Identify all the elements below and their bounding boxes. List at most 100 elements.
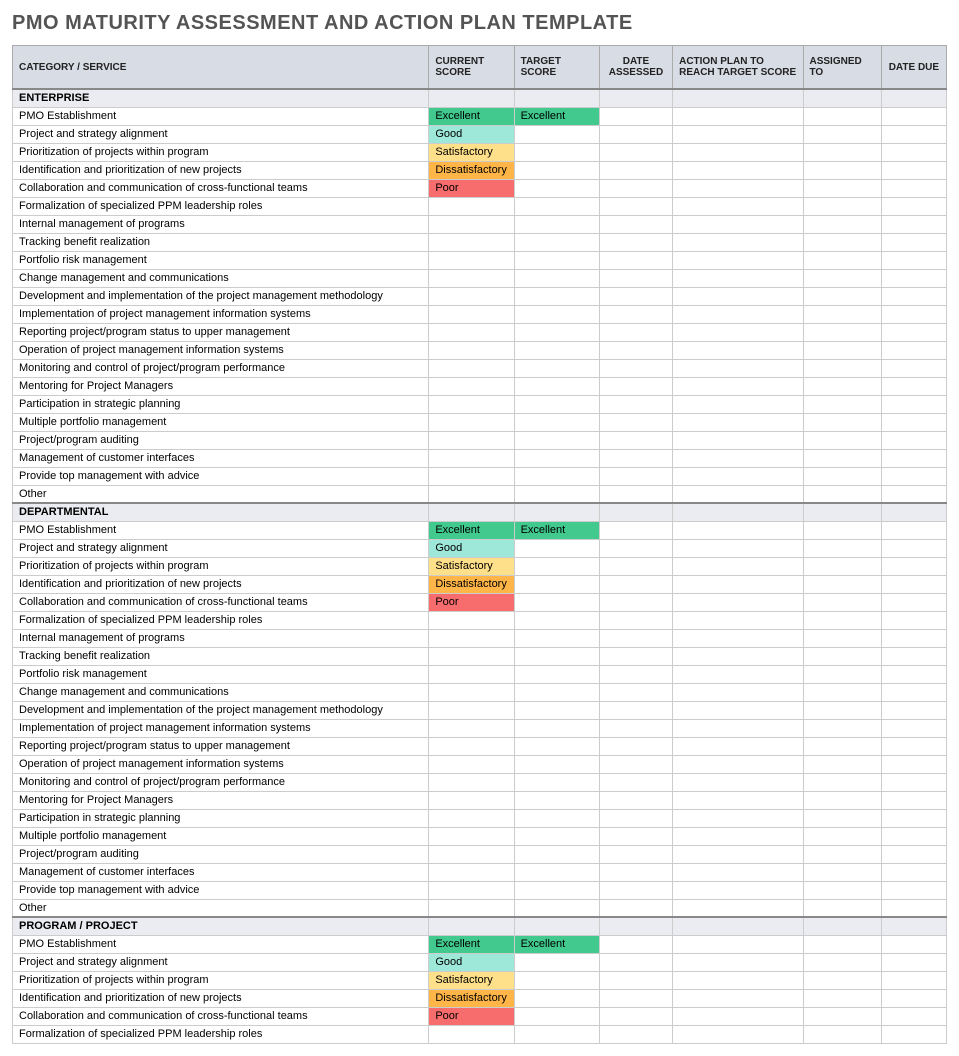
current-score-cell[interactable] <box>429 899 514 917</box>
date-assessed-cell[interactable] <box>599 197 672 215</box>
date-assessed-cell[interactable] <box>599 737 672 755</box>
target-score-cell[interactable] <box>514 305 599 323</box>
action-plan-cell[interactable] <box>673 557 803 575</box>
date-assessed-cell[interactable] <box>599 611 672 629</box>
action-plan-cell[interactable] <box>673 809 803 827</box>
date-assessed-cell[interactable] <box>599 881 672 899</box>
current-score-cell[interactable] <box>429 1025 514 1043</box>
action-plan-cell[interactable] <box>673 323 803 341</box>
date-assessed-cell[interactable] <box>599 467 672 485</box>
action-plan-cell[interactable] <box>673 683 803 701</box>
category-cell[interactable]: Project and strategy alignment <box>13 125 429 143</box>
category-cell[interactable]: Other <box>13 899 429 917</box>
assigned-to-cell[interactable] <box>803 269 881 287</box>
assigned-to-cell[interactable] <box>803 575 881 593</box>
target-score-cell[interactable] <box>514 413 599 431</box>
date-assessed-cell[interactable] <box>599 935 672 953</box>
action-plan-cell[interactable] <box>673 521 803 539</box>
assigned-to-cell[interactable] <box>803 161 881 179</box>
assigned-to-cell[interactable] <box>803 1025 881 1043</box>
assigned-to-cell[interactable] <box>803 899 881 917</box>
category-cell[interactable]: Change management and communications <box>13 269 429 287</box>
assigned-to-cell[interactable] <box>803 935 881 953</box>
category-cell[interactable]: Portfolio risk management <box>13 665 429 683</box>
current-score-cell[interactable]: Good <box>429 953 514 971</box>
current-score-cell[interactable] <box>429 287 514 305</box>
target-score-cell[interactable] <box>514 323 599 341</box>
assigned-to-cell[interactable] <box>803 845 881 863</box>
date-due-cell[interactable] <box>881 593 946 611</box>
current-score-cell[interactable] <box>429 665 514 683</box>
assigned-to-cell[interactable] <box>803 971 881 989</box>
action-plan-cell[interactable] <box>673 161 803 179</box>
category-cell[interactable]: Collaboration and communication of cross… <box>13 1007 429 1025</box>
category-cell[interactable]: Reporting project/program status to uppe… <box>13 323 429 341</box>
assigned-to-cell[interactable] <box>803 485 881 503</box>
action-plan-cell[interactable] <box>673 629 803 647</box>
target-score-cell[interactable] <box>514 683 599 701</box>
current-score-cell[interactable] <box>429 395 514 413</box>
current-score-cell[interactable] <box>429 863 514 881</box>
target-score-cell[interactable] <box>514 359 599 377</box>
action-plan-cell[interactable] <box>673 863 803 881</box>
current-score-cell[interactable]: Good <box>429 539 514 557</box>
category-cell[interactable]: Identification and prioritization of new… <box>13 989 429 1007</box>
target-score-cell[interactable] <box>514 665 599 683</box>
date-due-cell[interactable] <box>881 161 946 179</box>
assigned-to-cell[interactable] <box>803 467 881 485</box>
category-cell[interactable]: Development and implementation of the pr… <box>13 287 429 305</box>
assigned-to-cell[interactable] <box>803 125 881 143</box>
target-score-cell[interactable] <box>514 269 599 287</box>
date-due-cell[interactable] <box>881 485 946 503</box>
date-assessed-cell[interactable] <box>599 647 672 665</box>
date-assessed-cell[interactable] <box>599 719 672 737</box>
target-score-cell[interactable] <box>514 719 599 737</box>
action-plan-cell[interactable] <box>673 665 803 683</box>
action-plan-cell[interactable] <box>673 431 803 449</box>
date-assessed-cell[interactable] <box>599 557 672 575</box>
target-score-cell[interactable] <box>514 971 599 989</box>
date-assessed-cell[interactable] <box>599 161 672 179</box>
date-assessed-cell[interactable] <box>599 701 672 719</box>
date-assessed-cell[interactable] <box>599 377 672 395</box>
action-plan-cell[interactable] <box>673 449 803 467</box>
current-score-cell[interactable] <box>429 413 514 431</box>
action-plan-cell[interactable] <box>673 359 803 377</box>
date-due-cell[interactable] <box>881 359 946 377</box>
category-cell[interactable]: Reporting project/program status to uppe… <box>13 737 429 755</box>
category-cell[interactable]: Prioritization of projects within progra… <box>13 557 429 575</box>
date-assessed-cell[interactable] <box>599 863 672 881</box>
target-score-cell[interactable] <box>514 881 599 899</box>
current-score-cell[interactable] <box>429 773 514 791</box>
date-due-cell[interactable] <box>881 665 946 683</box>
target-score-cell[interactable] <box>514 341 599 359</box>
date-assessed-cell[interactable] <box>599 431 672 449</box>
date-due-cell[interactable] <box>881 413 946 431</box>
assigned-to-cell[interactable] <box>803 197 881 215</box>
target-score-cell[interactable] <box>514 467 599 485</box>
current-score-cell[interactable]: Satisfactory <box>429 971 514 989</box>
category-cell[interactable]: Tracking benefit realization <box>13 647 429 665</box>
date-assessed-cell[interactable] <box>599 485 672 503</box>
date-assessed-cell[interactable] <box>599 575 672 593</box>
action-plan-cell[interactable] <box>673 413 803 431</box>
action-plan-cell[interactable] <box>673 737 803 755</box>
date-assessed-cell[interactable] <box>599 179 672 197</box>
category-cell[interactable]: Operation of project management informat… <box>13 755 429 773</box>
date-due-cell[interactable] <box>881 989 946 1007</box>
date-due-cell[interactable] <box>881 521 946 539</box>
date-due-cell[interactable] <box>881 845 946 863</box>
action-plan-cell[interactable] <box>673 269 803 287</box>
current-score-cell[interactable]: Good <box>429 125 514 143</box>
action-plan-cell[interactable] <box>673 305 803 323</box>
target-score-cell[interactable] <box>514 611 599 629</box>
action-plan-cell[interactable] <box>673 701 803 719</box>
category-cell[interactable]: Multiple portfolio management <box>13 413 429 431</box>
current-score-cell[interactable]: Poor <box>429 179 514 197</box>
action-plan-cell[interactable] <box>673 755 803 773</box>
date-due-cell[interactable] <box>881 305 946 323</box>
category-cell[interactable]: Internal management of programs <box>13 629 429 647</box>
target-score-cell[interactable] <box>514 1007 599 1025</box>
current-score-cell[interactable] <box>429 485 514 503</box>
date-assessed-cell[interactable] <box>599 629 672 647</box>
